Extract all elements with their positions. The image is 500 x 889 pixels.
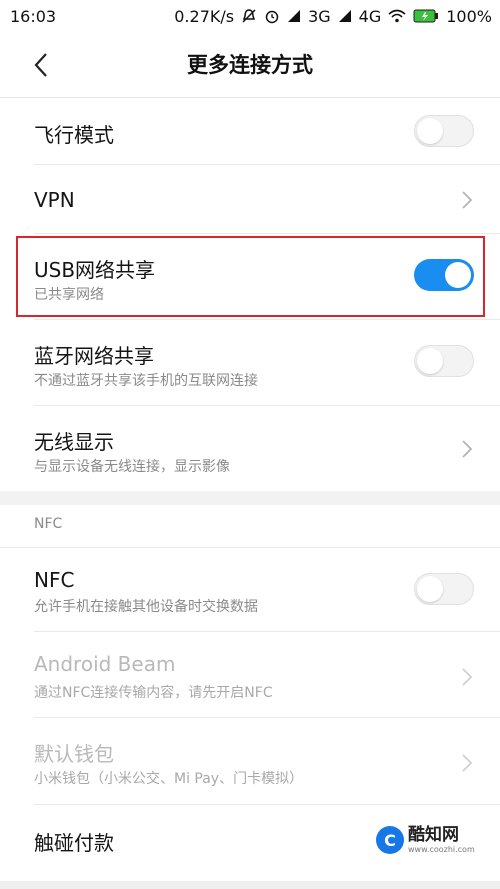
watermark-url: www.coozhi.com — [408, 844, 475, 854]
default-wallet-row[interactable]: 默认钱包 小米钱包（小米公交、Mi Pay、门卡模拟） — [0, 718, 500, 805]
vpn-row[interactable]: VPN — [0, 165, 500, 234]
android-beam-label: Android Beam — [34, 652, 176, 676]
tap-to-pay-label: 触碰付款 — [34, 831, 114, 855]
chevron-right-icon — [462, 191, 473, 209]
default-wallet-label: 默认钱包 — [34, 742, 114, 766]
chevron-right-icon — [462, 754, 473, 772]
mute-icon — [241, 8, 257, 24]
wireless-display-label: 无线显示 — [34, 430, 114, 454]
battery-icon — [413, 9, 439, 23]
watermark: C 酷知网 www.coozhi.com — [376, 826, 475, 854]
back-button[interactable] — [26, 50, 56, 80]
status-icons: 0.27K/s 3G 4G 100% — [174, 7, 492, 26]
android-beam-desc: 通过NFC连接传输内容，请先开启NFC — [34, 685, 273, 701]
section-header-nfc: NFC — [34, 516, 63, 532]
bottom-strip — [0, 881, 500, 889]
nfc-row[interactable]: NFC 允许手机在接触其他设备时交换数据 — [0, 547, 500, 632]
alarm-icon — [264, 8, 280, 24]
section-divider — [0, 491, 500, 505]
chevron-left-icon — [34, 53, 47, 77]
default-wallet-desc: 小米钱包（小米公交、Mi Pay、门卡模拟） — [34, 771, 304, 787]
wireless-display-row[interactable]: 无线显示 与显示设备无线连接，显示影像 — [0, 406, 500, 491]
watermark-name: 酷知网 — [408, 824, 459, 845]
bluetooth-tethering-row[interactable]: 蓝牙网络共享 不通过蓝牙共享该手机的互联网连接 — [0, 320, 500, 406]
nfc-label: NFC — [34, 568, 75, 592]
airplane-mode-row[interactable]: 飞行模式 — [0, 98, 500, 165]
network-3g-label: 3G — [308, 6, 331, 26]
android-beam-row[interactable]: Android Beam 通过NFC连接传输内容，请先开启NFC — [0, 632, 500, 718]
chevron-right-icon — [462, 440, 473, 458]
highlight-box — [16, 236, 485, 317]
airplane-mode-toggle[interactable] — [414, 115, 474, 147]
status-bar: 16:03 0.27K/s 3G 4G 100% — [0, 0, 500, 32]
nfc-desc: 允许手机在接触其他设备时交换数据 — [34, 599, 258, 615]
battery-percent: 100% — [446, 6, 492, 26]
airplane-mode-label: 飞行模式 — [34, 123, 114, 147]
signal-icon — [338, 9, 352, 23]
bluetooth-tethering-label: 蓝牙网络共享 — [34, 344, 154, 368]
signal-icon — [287, 9, 301, 23]
bluetooth-tethering-desc: 不通过蓝牙共享该手机的互联网连接 — [34, 373, 258, 389]
chevron-right-icon — [462, 668, 473, 686]
nfc-toggle[interactable] — [414, 573, 474, 605]
wifi-icon — [388, 9, 406, 23]
net-speed: 0.27K/s — [174, 6, 235, 26]
wireless-display-desc: 与显示设备无线连接，显示影像 — [34, 459, 230, 475]
page-title: 更多连接方式 — [187, 53, 313, 77]
vpn-label: VPN — [34, 188, 75, 212]
app-header: 更多连接方式 — [0, 32, 500, 98]
watermark-logo: C — [376, 826, 404, 854]
bluetooth-tethering-toggle[interactable] — [414, 345, 474, 377]
status-time: 16:03 — [10, 6, 57, 26]
network-4g-label: 4G — [358, 6, 382, 26]
